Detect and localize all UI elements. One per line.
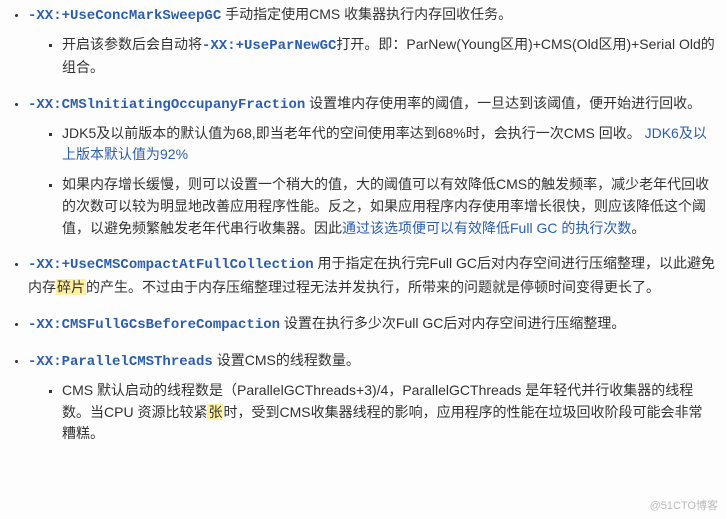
jvm-flag: -XX:CMSlnitiatingOccupanyFraction xyxy=(28,97,305,113)
list-item: -XX:+UseCMSCompactAtFullCollection 用于指定在… xyxy=(28,253,716,298)
list-item: 开启该参数后会自动将-XX:+UseParNewGC打开。即：ParNew(Yo… xyxy=(62,34,716,79)
sub-list: CMS 默认启动的线程数是（ParallelGCThreads+3)/4，Par… xyxy=(28,380,716,445)
sub-list: JDK5及以前版本的默认值为68,即当老年代的空间使用率达到68%时，会执行一次… xyxy=(28,123,716,239)
list-item: -XX:ParallelCMSThreads 设置CMS的线程数量。 CMS 默… xyxy=(28,350,716,445)
link-text: 通过该选项便可以有效降低Full GC 的执行次数 xyxy=(342,220,631,236)
jvm-flag: -XX:+UseCMSCompactAtFullCollection xyxy=(28,257,314,273)
jvm-flag: -XX:+UseParNewGC xyxy=(202,38,336,54)
jvm-flag: -XX:CMSFullGCsBeforeCompaction xyxy=(28,317,280,333)
list-item: -XX:CMSlnitiatingOccupanyFraction 设置堆内存使… xyxy=(28,93,716,239)
highlight: 张 xyxy=(207,404,223,420)
flag-desc: 设置在执行多少次Full GC后对内存空间进行压缩整理。 xyxy=(280,315,625,331)
flag-desc: 手动指定使用CMS 收集器执行内存回收任务。 xyxy=(221,6,512,22)
text: 开启该参数后会自动将 xyxy=(62,36,202,52)
sub-list: 开启该参数后会自动将-XX:+UseParNewGC打开。即：ParNew(Yo… xyxy=(28,34,716,79)
list-item: CMS 默认启动的线程数是（ParallelGCThreads+3)/4，Par… xyxy=(62,380,716,445)
watermark: @51CTO博客 xyxy=(650,498,718,515)
list-item: -XX:CMSFullGCsBeforeCompaction 设置在执行多少次F… xyxy=(28,313,716,337)
text: 。 xyxy=(631,220,645,236)
list-item: JDK5及以前版本的默认值为68,即当老年代的空间使用率达到68%时，会执行一次… xyxy=(62,123,716,166)
text: 的产生。不过由于内存压缩整理过程无法并发执行，所带来的问题就是停顿时间变得更长了… xyxy=(86,279,660,295)
highlight: 碎片 xyxy=(56,279,86,295)
list-item: 如果内存增长缓慢，则可以设置一个稍大的值，大的阈值可以有效降低CMS的触发频率，… xyxy=(62,174,716,239)
flag-desc: 设置CMS的线程数量。 xyxy=(213,352,360,368)
list-item: -XX:+UseConcMarkSweepGC 手动指定使用CMS 收集器执行内… xyxy=(28,4,716,79)
jvm-flag: -XX:+UseConcMarkSweepGC xyxy=(28,8,221,24)
text: JDK5及以前版本的默认值为68,即当老年代的空间使用率达到68%时，会执行一次… xyxy=(62,125,641,141)
jvm-flag: -XX:ParallelCMSThreads xyxy=(28,354,213,370)
flag-desc: 设置堆内存使用率的阈值，一旦达到该阈值，便开始进行回收。 xyxy=(305,95,701,111)
jvm-flag-list: -XX:+UseConcMarkSweepGC 手动指定使用CMS 收集器执行内… xyxy=(0,0,726,445)
